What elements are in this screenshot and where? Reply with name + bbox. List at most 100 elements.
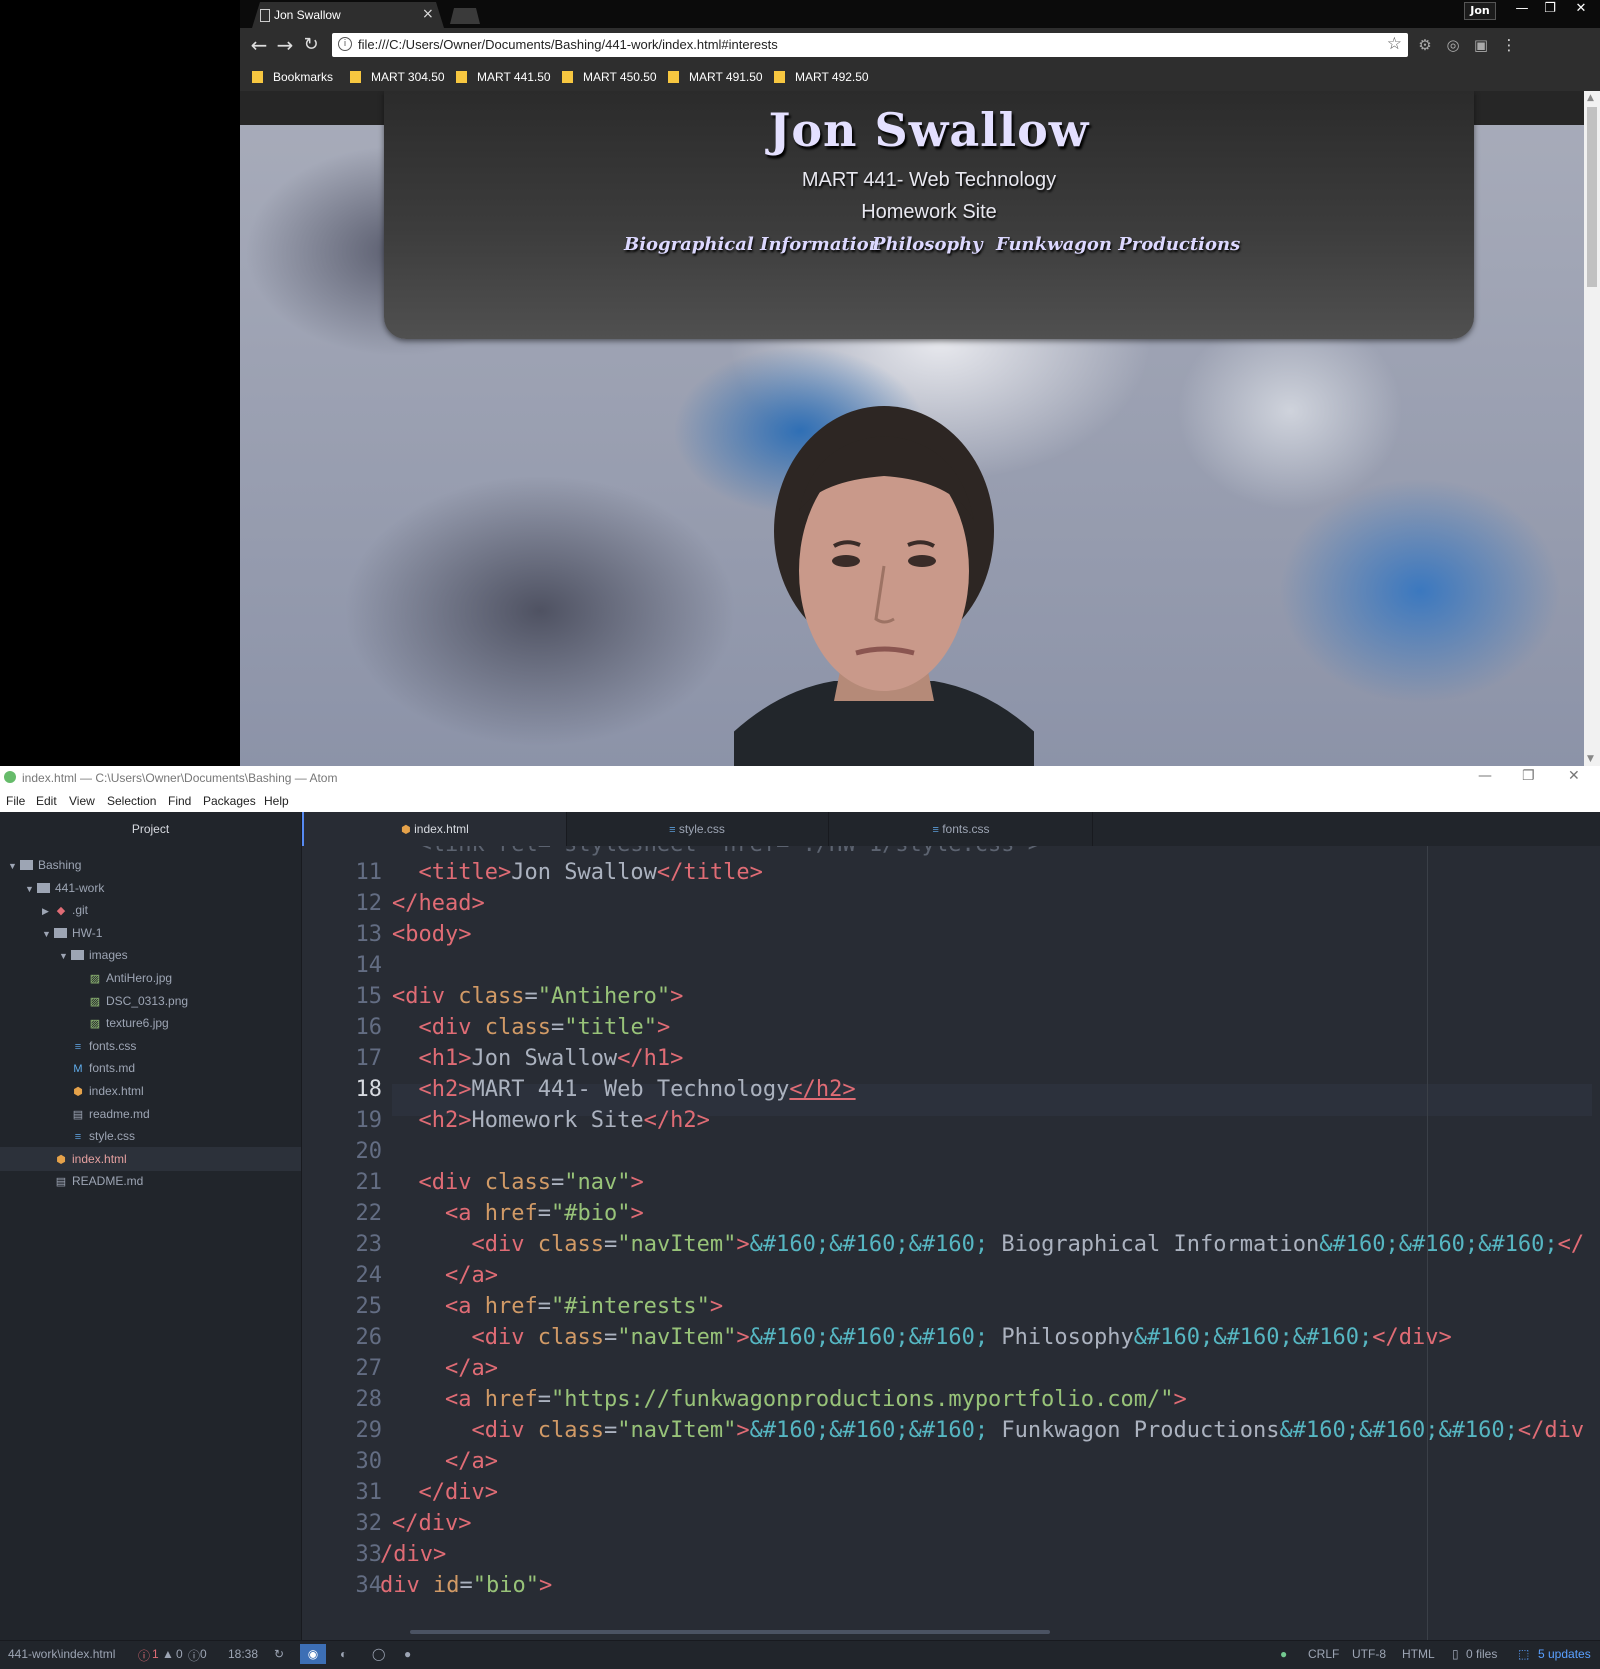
menu-edit[interactable]: Edit [36,794,57,808]
menu-packages[interactable]: Packages [203,794,256,808]
tab-index-html[interactable]: ⬢ index.html [302,812,567,846]
tree-file[interactable]: ▨ DSC_0313.png [0,989,301,1013]
encoding[interactable]: UTF-8 [1352,1647,1386,1661]
document-icon [260,9,270,22]
close-window-button[interactable]: ✕ [1566,0,1596,20]
minimize-button[interactable]: — [1510,0,1534,20]
tree-file[interactable]: ≡ fonts.css [0,1034,301,1058]
restore-button[interactable]: ❐ [1538,0,1562,20]
site-subheading: Homework Site [861,201,997,223]
menu-kebab-icon[interactable]: ⋮ [1500,36,1518,54]
menu-selection[interactable]: Selection [107,794,156,808]
line-number: 18 [355,1077,383,1102]
bookmark-star-icon[interactable]: ☆ [1387,34,1402,54]
tree-folder[interactable]: ▼ HW-1 [0,921,301,945]
nav-link-philosophy[interactable]: Philosophy [872,234,983,255]
readme-file-icon: ▤ [55,1176,67,1189]
menu-help[interactable]: Help [264,794,289,808]
chevron-down-icon[interactable]: ▼ [42,922,54,946]
info-icon[interactable]: ⓘ [188,1647,200,1664]
line-number: 27 [355,1356,383,1381]
extension-icon[interactable]: ◎ [1444,36,1462,54]
bookmark-folder[interactable]: MART 491.50 [668,68,763,86]
bookmark-folder[interactable]: MART 304.50 [350,68,445,86]
folder-icon [71,950,84,961]
image-file-icon: ▨ [89,973,101,985]
code-line: </a> [444,1356,498,1381]
scroll-down-icon[interactable]: ▼ [1587,754,1594,764]
line-number: 26 [355,1325,383,1350]
address-bar[interactable]: i file:///C:/Users/Owner/Documents/Bashi… [332,33,1408,57]
error-count: 1 [152,1647,159,1661]
code-editor[interactable]: 11 12 13 14 15 16 17 18 19 20 21 22 23 24 25 26 27 28 29 30… [302,846,1600,1640]
menu-view[interactable]: View [69,794,95,808]
line-ending[interactable]: CRLF [1308,1647,1339,1661]
new-tab-button[interactable] [450,8,480,24]
line-number: 17 [355,1046,383,1071]
tree-folder[interactable]: ▶ ◆ .git [0,898,301,922]
page-scrollbar[interactable]: ▲ ▼ [1584,91,1600,766]
close-tab-icon[interactable]: × [422,6,434,22]
tree-file[interactable]: ▤ README.md [0,1169,301,1193]
scroll-thumb[interactable] [1587,107,1597,287]
tree-item-label: images [89,948,128,963]
nav-link-funkwagon[interactable]: Funkwagon Productions [996,234,1240,255]
menu-find[interactable]: Find [168,794,191,808]
tab-fonts-css[interactable]: ≡ fonts.css [830,812,1093,846]
github-icon[interactable]: ● [404,1647,411,1661]
line-number: 32 [355,1511,383,1536]
tree-file[interactable]: ⬢ index.html [0,1079,301,1103]
bookmark-label: MART 441.50 [477,70,551,84]
horizontal-scrollbar[interactable] [410,1630,1050,1634]
extension-icon[interactable]: ▣ [1472,36,1490,54]
minimize-button[interactable]: — [1478,768,1492,784]
chevron-down-icon[interactable]: ▼ [59,944,71,968]
browser-toolbar: ← → ↻ i file:///C:/Users/Owner/Documents… [240,28,1600,64]
bookmark-folder[interactable]: MART 441.50 [456,68,551,86]
bookmark-folder[interactable]: MART 450.50 [562,68,657,86]
tree-folder[interactable]: ▼ 441-work [0,876,301,900]
extension-icon[interactable]: ⚙ [1416,36,1434,54]
grammar[interactable]: HTML [1402,1647,1435,1661]
tree-file[interactable]: ▨ texture6.jpg [0,1011,301,1035]
tab-jon-swallow[interactable]: Jon Swallow × [252,2,444,28]
git-files[interactable]: 0 files [1466,1647,1497,1661]
reload-icon[interactable]: ↻ [300,34,322,56]
info-icon[interactable]: i [338,37,352,51]
tab-label: style.css [678,822,725,836]
tree-file[interactable]: ▨ AntiHero.jpg [0,966,301,990]
error-icon[interactable]: ⓘ [138,1647,150,1664]
back-arrow-icon[interactable]: ← [248,34,270,56]
code-line: <h2>MART 441- Web Technology</h2> [418,1077,856,1102]
warning-icon[interactable]: ▲ [162,1647,174,1661]
nav-link-bio[interactable]: Biographical Information [624,234,882,255]
chevron-down-icon[interactable]: ▼ [25,877,37,901]
refresh-icon[interactable]: ↻ [274,1647,284,1661]
close-window-button[interactable]: ✕ [1568,768,1580,784]
sync-icon[interactable]: ◐ [340,1647,347,1661]
tree-folder[interactable]: ▼ Bashing [0,853,301,877]
tree-file[interactable]: ▤ readme.md [0,1102,301,1126]
bookmark-folder[interactable]: MART 492.50 [774,68,869,86]
updates-link[interactable]: 5 updates [1538,1647,1591,1661]
status-file-path[interactable]: 441-work\index.html [8,1647,115,1661]
restore-button[interactable]: ❐ [1522,768,1535,784]
chevron-down-icon[interactable]: ▼ [8,854,20,878]
tree-file[interactable]: ⬢ index.html [0,1146,301,1171]
site-heading: Jon Swallow [768,103,1090,157]
chevron-right-icon[interactable]: ▶ [42,899,54,923]
cursor-position[interactable]: 18:38 [228,1647,258,1661]
toggle-icon[interactable]: ◯ [372,1647,385,1661]
code-line: </a> [444,1449,498,1474]
tree-file[interactable]: Mfonts.md [0,1056,301,1080]
browser-preview-icon[interactable]: ◉ [300,1644,326,1664]
tree-file[interactable]: ≡ style.css [0,1124,301,1148]
bookmark-folder[interactable]: Bookmarks [252,68,333,86]
tab-style-css[interactable]: ≡ style.css [566,812,829,846]
menu-file[interactable]: File [6,794,25,808]
scroll-up-icon[interactable]: ▲ [1587,93,1594,103]
profile-button[interactable]: Jon [1464,2,1496,20]
tree-folder[interactable]: ▼ images [0,943,301,967]
forward-arrow-icon[interactable]: → [274,34,296,56]
line-number: 23 [355,1232,383,1257]
